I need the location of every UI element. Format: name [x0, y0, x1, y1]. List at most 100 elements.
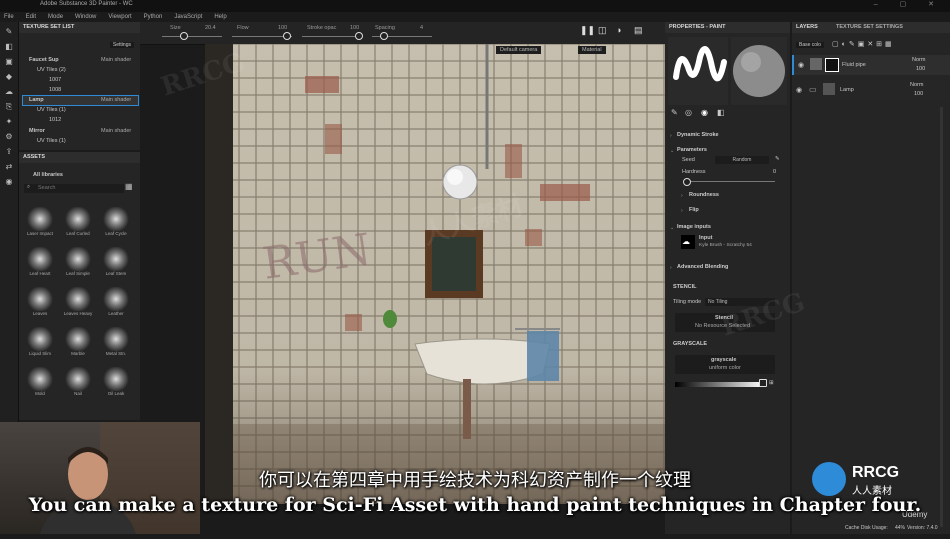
paint-brush-icon[interactable]: ✎ [3, 27, 15, 37]
parameters-section[interactable]: Parameters [677, 147, 707, 153]
stroke-opacity-knob[interactable] [355, 32, 363, 40]
advanced-blending-section[interactable]: Advanced Blending [677, 264, 728, 270]
tile-1008[interactable]: 1008 [49, 87, 61, 93]
menu-mode[interactable]: Mode [48, 12, 63, 22]
tab-layers[interactable]: LAYERS [796, 22, 818, 33]
grayscale-gradient[interactable] [675, 382, 763, 387]
viewport[interactable]: RUN [205, 44, 665, 504]
display-mode-dropdown[interactable]: Material [578, 46, 606, 54]
flip-section[interactable]: Flip [689, 207, 699, 213]
smudge-icon[interactable]: ☁ [3, 87, 15, 97]
brush-tile[interactable]: Liquid Slim [23, 327, 57, 363]
tex-set-mirror-shader[interactable]: Main shader [101, 128, 131, 134]
color-picker-icon[interactable]: ⊞ [769, 380, 774, 386]
tex-set-lamp[interactable]: Lamp [29, 97, 44, 103]
layer-opacity[interactable]: 100 [914, 91, 923, 97]
roundness-arrow-icon[interactable]: › [681, 193, 683, 199]
tex-set-mirror[interactable]: Mirror [29, 128, 45, 134]
brush-tile[interactable]: Leaf Heart [23, 247, 57, 283]
brush-tile[interactable]: Leaves [23, 287, 57, 323]
size-slider-knob[interactable] [180, 32, 188, 40]
tex-set-lamp-shader[interactable]: Main shader [101, 97, 131, 103]
clone-icon[interactable]: ⎘ [3, 102, 15, 112]
dynamic-stroke-section[interactable]: Dynamic Stroke [677, 132, 719, 138]
eraser-icon[interactable]: ◧ [3, 42, 15, 52]
brush-tile[interactable]: Mold [23, 367, 57, 403]
layer-opacity[interactable]: 100 [916, 66, 925, 72]
tex-set-faucet-shader[interactable]: Main shader [101, 57, 131, 63]
pause-icon[interactable]: ❚❚ [580, 25, 595, 36]
tab-texture-set-settings[interactable]: TEXTURE SET SETTINGS [836, 22, 903, 33]
image-inputs-section[interactable]: Image inputs [677, 224, 711, 230]
grid-view-icon[interactable]: ▦ [125, 182, 133, 191]
brush-tile[interactable]: Laser Impact [23, 207, 57, 243]
menu-javascript[interactable]: JavaScript [174, 12, 202, 22]
menu-help[interactable]: Help [214, 12, 226, 22]
stroke-opacity-slider[interactable] [302, 36, 362, 37]
settings-button[interactable]: Settings [109, 42, 134, 48]
tex-set-faucet[interactable]: Faucet Sup [29, 57, 59, 63]
flip-arrow-icon[interactable]: › [681, 208, 683, 214]
size-slider[interactable] [162, 36, 222, 37]
menu-edit[interactable]: Edit [26, 12, 36, 22]
input-thumbnail[interactable]: ☁ [681, 235, 695, 249]
tile-1012[interactable]: 1012 [49, 117, 61, 123]
window-controls[interactable]: – ▢ ✕ [874, 0, 944, 8]
camera-icon[interactable]: ◉ [3, 177, 15, 187]
menu-python[interactable]: Python [144, 12, 163, 22]
hardness-slider-knob[interactable] [683, 178, 691, 186]
layer-name[interactable]: Lamp [840, 87, 854, 93]
brush-tile[interactable]: Leaves Heavy [61, 287, 95, 323]
stencil-tab-icon[interactable]: ◧ [717, 108, 725, 117]
advanced-blending-arrow-icon[interactable]: › [670, 265, 672, 271]
asset-search-input[interactable]: Search ⌕ [24, 184, 124, 193]
seed-field[interactable]: Random [715, 156, 769, 164]
layer-blend[interactable]: Norm [912, 57, 925, 63]
tile-1007[interactable]: 1007 [49, 77, 61, 83]
hardness-slider[interactable] [685, 181, 775, 182]
brush-tile[interactable]: Leather [99, 287, 133, 323]
brush-tab-icon[interactable]: ✎ [671, 108, 678, 117]
library-selector[interactable]: All libraries [33, 172, 63, 178]
layer-mask-thumbnail[interactable] [825, 58, 839, 72]
parameters-arrow-icon[interactable]: ⌄ [670, 148, 674, 154]
flow-slider-knob[interactable] [283, 32, 291, 40]
menu-window[interactable]: Window [75, 12, 96, 22]
layer-row[interactable]: ◉ ▭ Lamp Norm 100 [792, 80, 950, 100]
geometry-fill-icon[interactable]: ◆ [3, 72, 15, 82]
render-icon[interactable]: ◑ [616, 25, 621, 35]
brush-tile[interactable]: Leaf Simple [61, 247, 95, 283]
roundness-section[interactable]: Roundness [689, 192, 719, 198]
menu-viewport[interactable]: Viewport [108, 12, 131, 22]
export-icon[interactable]: ⇪ [3, 147, 15, 157]
brush-tile[interactable]: Metal Stn. [99, 327, 133, 363]
image-inputs-arrow-icon[interactable]: ⌄ [670, 225, 674, 231]
share-icon[interactable]: ⇄ [3, 162, 15, 172]
brush-tile[interactable]: Leaf Cycle [99, 207, 133, 243]
grayscale-slot[interactable]: grayscale uniform color [675, 355, 775, 374]
layer-name[interactable]: Fluid pipe [842, 62, 866, 68]
layer-row[interactable]: ◉ Fluid pipe Norm 100 [792, 55, 950, 75]
projection-icon[interactable]: ▣ [3, 57, 15, 67]
layer-blend[interactable]: Norm [910, 82, 923, 88]
layers-scrollbar[interactable] [940, 107, 943, 527]
screenshot-icon[interactable]: ▤ [634, 25, 643, 36]
dynamic-stroke-arrow-icon[interactable]: › [670, 133, 672, 139]
brush-tile[interactable]: Marble [61, 327, 95, 363]
brush-tile[interactable]: Leaf Curled [61, 207, 95, 243]
bake-icon[interactable]: ⚙ [3, 132, 15, 142]
input-value[interactable]: Kyle Brush - Scratchy 54 [699, 243, 752, 248]
grayscale-gradient-knob[interactable] [759, 379, 767, 387]
menu-file[interactable]: File [4, 12, 14, 22]
layer-toolbar-icons[interactable]: ▢◐✎▣✕⊞▦ [832, 40, 895, 48]
seed-edit-icon[interactable]: ✎ [775, 156, 780, 162]
channel-dropdown[interactable]: Base colo [796, 42, 824, 48]
brush-tile[interactable]: Oil Leak [99, 367, 133, 403]
spacing-slider-knob[interactable] [380, 32, 388, 40]
material-tab-icon[interactable]: ◎ [685, 108, 692, 117]
visibility-eye-icon[interactable]: ◉ [796, 86, 802, 94]
brush-tile[interactable]: Nail [61, 367, 95, 403]
picker-icon[interactable]: ✦ [3, 117, 15, 127]
visibility-eye-icon[interactable]: ◉ [798, 61, 804, 69]
camera-dropdown[interactable]: Default camera [496, 46, 542, 54]
